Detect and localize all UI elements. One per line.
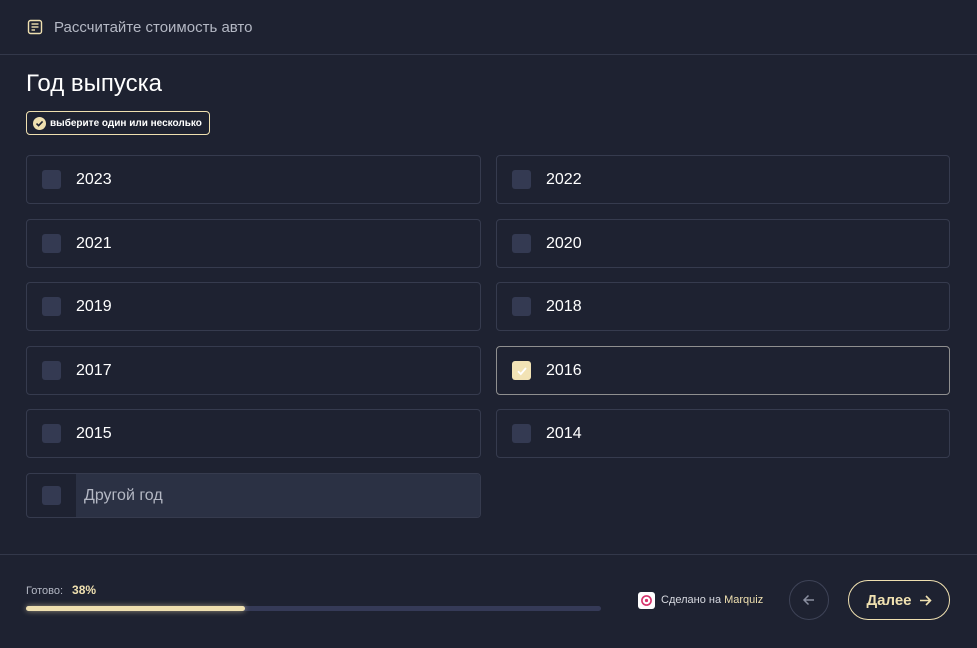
option-label: 2017	[76, 361, 112, 379]
checkbox[interactable]	[512, 297, 531, 316]
list-checklist-icon	[27, 19, 43, 35]
checkbox[interactable]	[42, 297, 61, 316]
selection-hint: выберите один или несколько	[26, 111, 210, 135]
option-label: 2019	[76, 297, 112, 315]
option-label: 2014	[546, 424, 582, 442]
checkbox[interactable]	[42, 486, 61, 505]
made-with-marquiz[interactable]: Сделано на Marquiz	[638, 591, 763, 609]
progress-fill	[26, 606, 245, 611]
footer-divider	[0, 554, 977, 555]
check-circle-icon	[33, 116, 46, 130]
option-label: 2015	[76, 424, 112, 442]
progress-label: Готово: 38%	[26, 583, 96, 597]
option-2018[interactable]: 2018	[496, 282, 950, 331]
checkbox-checked[interactable]	[512, 361, 531, 380]
checkbox[interactable]	[512, 424, 531, 443]
hint-text: выберите один или несколько	[50, 117, 202, 129]
option-2015[interactable]: 2015	[26, 409, 481, 458]
option-label: 2023	[76, 170, 112, 188]
option-2017[interactable]: 2017	[26, 346, 481, 395]
option-2016[interactable]: 2016	[496, 346, 950, 395]
option-2022[interactable]: 2022	[496, 155, 950, 204]
header: Рассчитайте стоимость авто	[0, 0, 977, 55]
next-button-label: Далее	[866, 591, 912, 609]
option-label: 2018	[546, 297, 582, 315]
option-2021[interactable]: 2021	[26, 219, 481, 268]
marquiz-logo-icon	[638, 591, 655, 609]
header-title: Рассчитайте стоимость авто	[54, 18, 253, 36]
arrow-left-icon	[802, 594, 814, 606]
back-button[interactable]	[789, 580, 829, 620]
progress-caption: Готово:	[26, 585, 64, 597]
option-label: 2022	[546, 170, 582, 188]
checkbox[interactable]	[512, 234, 531, 253]
option-2014[interactable]: 2014	[496, 409, 950, 458]
made-with-text: Сделано на	[661, 594, 722, 606]
other-checkbox-wrap[interactable]	[27, 474, 76, 517]
checkmark-icon	[516, 366, 527, 375]
progress-percent: 38%	[72, 583, 97, 597]
option-other-year[interactable]	[26, 473, 481, 518]
checkbox[interactable]	[42, 170, 61, 189]
option-2019[interactable]: 2019	[26, 282, 481, 331]
progress-bar	[26, 606, 601, 611]
question-title: Год выпуска	[26, 70, 162, 97]
option-label: 2020	[546, 234, 582, 252]
other-year-input[interactable]	[76, 474, 480, 517]
checkbox[interactable]	[42, 424, 61, 443]
next-button[interactable]: Далее	[848, 580, 950, 620]
option-2020[interactable]: 2020	[496, 219, 950, 268]
option-2023[interactable]: 2023	[26, 155, 481, 204]
option-label: 2021	[76, 234, 112, 252]
brand-name[interactable]: Marquiz	[724, 594, 763, 606]
checkbox[interactable]	[512, 170, 531, 189]
checkbox[interactable]	[42, 234, 61, 253]
arrow-right-icon	[919, 594, 932, 607]
checkbox[interactable]	[42, 361, 61, 380]
option-label: 2016	[546, 361, 582, 379]
